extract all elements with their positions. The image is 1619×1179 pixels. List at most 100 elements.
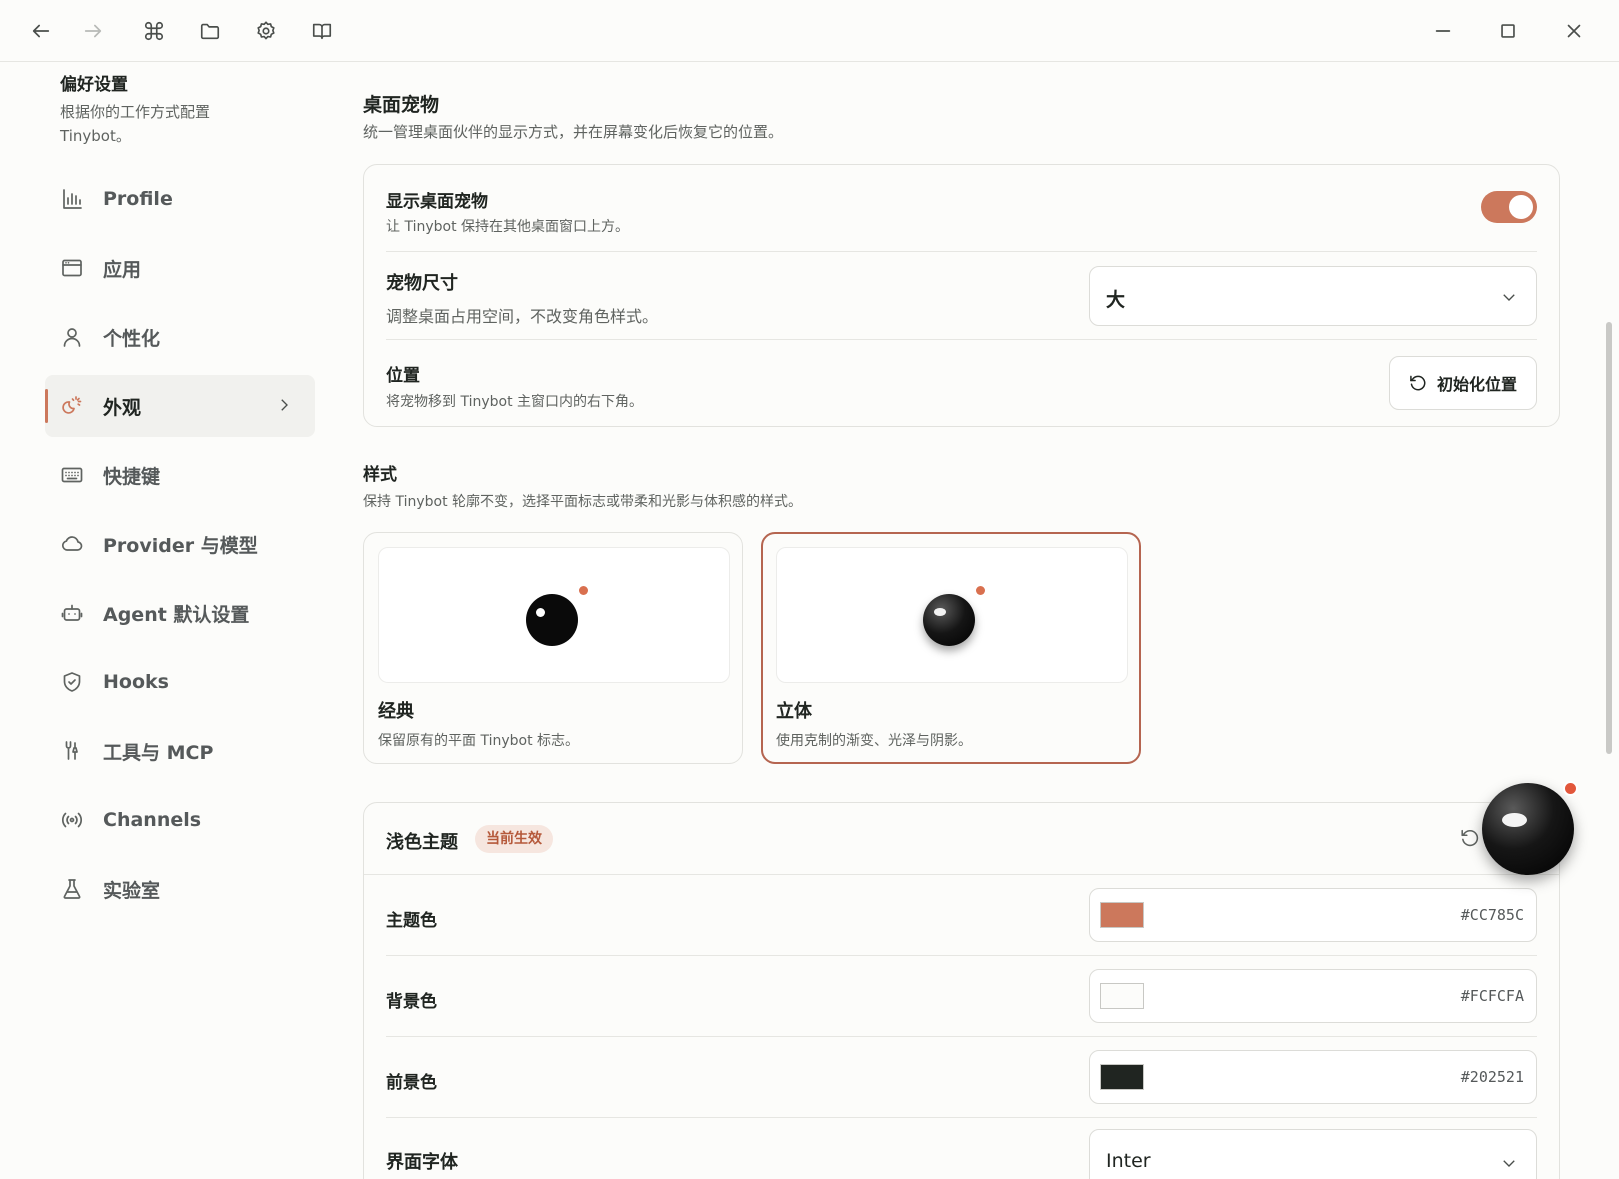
divider — [364, 874, 1559, 875]
show-pet-toggle[interactable] — [1481, 191, 1537, 223]
font-value: Inter — [1106, 1150, 1151, 1172]
3d-pet-eye — [934, 608, 946, 616]
style-section-subtitle: 保持 Tinybot 轮廓不变，选择平面标志或带柔和光影与体积感的样式。 — [363, 494, 803, 510]
scrollbar-thumb[interactable] — [1606, 322, 1612, 754]
classic-preview — [378, 547, 730, 683]
accent-color-field[interactable]: #CC785C — [1089, 888, 1537, 942]
background-color-field[interactable]: #FCFCFA — [1089, 969, 1537, 1023]
background-hex: #FCFCFA — [1460, 987, 1524, 1005]
cloud-icon — [61, 536, 83, 551]
sidebar-item-label: Provider 与模型 — [103, 534, 258, 557]
settings-button[interactable] — [251, 16, 281, 46]
toggle-knob — [1509, 195, 1533, 219]
font-select[interactable]: Inter — [1089, 1129, 1537, 1179]
keyboard-icon — [61, 467, 83, 483]
sidebar-item-channels[interactable]: Channels — [45, 789, 315, 851]
back-button[interactable] — [26, 16, 56, 46]
sidebar-item-apps[interactable]: 应用 — [45, 237, 315, 299]
theme-row-label: 主题色 — [386, 911, 437, 931]
style-option-3d[interactable]: 立体 使用克制的渐变、光泽与阴影。 — [761, 532, 1141, 764]
sidebar-item-shortcuts[interactable]: 快捷键 — [45, 444, 315, 506]
sidebar-item-personalization[interactable]: 个性化 — [45, 306, 315, 368]
style-option-classic[interactable]: 经典 保留原有的平面 Tinybot 标志。 — [363, 532, 743, 764]
accent-swatch[interactable] — [1100, 902, 1144, 928]
theme-row-label: 前景色 — [386, 1073, 437, 1093]
folder-button[interactable] — [195, 16, 225, 46]
reset-position-button[interactable]: 初始化位置 — [1389, 356, 1537, 410]
sidebar-item-label: Agent 默认设置 — [103, 603, 250, 626]
desktop-pet[interactable] — [1482, 783, 1574, 875]
pet-size-subtitle: 调整桌面占用空间，不改变角色样式。 — [386, 307, 659, 326]
divider — [386, 251, 1537, 252]
user-icon — [63, 328, 81, 347]
divider — [386, 339, 1537, 340]
sidebar-item-label: Hooks — [103, 671, 169, 693]
style-option-desc: 保留原有的平面 Tinybot 标志。 — [378, 733, 580, 749]
back-icon — [32, 24, 50, 38]
classic-pet-blob — [526, 594, 578, 646]
sidebar-item-hooks[interactable]: Hooks — [45, 651, 315, 713]
bar-chart-icon — [63, 189, 82, 209]
theme-title: 浅色主题 — [386, 832, 458, 853]
command-icon — [144, 21, 164, 41]
style-option-name: 立体 — [776, 701, 812, 722]
sidebar-item-appearance[interactable]: 外观 — [45, 375, 315, 437]
foreground-color-field[interactable]: #202521 — [1089, 1050, 1537, 1104]
robot-icon — [61, 604, 83, 621]
divider — [386, 1036, 1537, 1037]
pet-section-subtitle: 统一管理桌面伙伴的显示方式，并在屏幕变化后恢复它的位置。 — [363, 123, 784, 141]
close-icon — [1567, 24, 1581, 38]
position-title: 位置 — [386, 366, 420, 386]
show-pet-subtitle: 让 Tinybot 保持在其他桌面窗口上方。 — [386, 219, 630, 235]
sidebar-item-lab[interactable]: 实验室 — [45, 858, 315, 920]
pet-settings-card: 显示桌面宠物 让 Tinybot 保持在其他桌面窗口上方。 宠物尺寸 调整桌面占… — [363, 164, 1560, 427]
sidebar-item-tools-mcp[interactable]: 工具与 MCP — [45, 720, 315, 782]
style-option-desc: 使用克制的渐变、光泽与阴影。 — [776, 733, 972, 749]
sidebar-item-label: 外观 — [103, 396, 142, 419]
title-bar — [0, 0, 1619, 62]
desktop-pet-eye — [1502, 813, 1527, 827]
desktop-pet-dot — [1563, 781, 1578, 796]
pet-size-select[interactable]: 大 — [1089, 266, 1537, 326]
forward-button[interactable] — [78, 16, 108, 46]
sidebar-item-label: 工具与 MCP — [103, 741, 214, 764]
sidebar-item-label: 快捷键 — [103, 465, 161, 488]
foreground-swatch[interactable] — [1100, 1064, 1144, 1090]
pet-size-title: 宠物尺寸 — [386, 273, 458, 294]
sidebar-title: 偏好设置 — [60, 75, 128, 95]
sidebar-item-agent-defaults[interactable]: Agent 默认设置 — [45, 582, 315, 644]
foreground-hex: #202521 — [1460, 1068, 1524, 1086]
divider — [386, 1117, 1537, 1118]
forward-icon — [84, 24, 102, 38]
chevron-down-icon — [1503, 1160, 1515, 1167]
reset-theme-button[interactable] — [1459, 827, 1481, 849]
background-swatch[interactable] — [1100, 983, 1144, 1009]
sidebar-item-label: 个性化 — [103, 327, 161, 350]
theme-row-label: 背景色 — [386, 992, 437, 1012]
rotate-ccw-icon — [1410, 375, 1426, 391]
3d-pet-dot — [976, 586, 985, 595]
font-label: 界面字体 — [386, 1152, 458, 1173]
command-button[interactable] — [139, 16, 169, 46]
pet-size-value: 大 — [1106, 289, 1126, 311]
chevron-down-icon — [1503, 294, 1515, 301]
show-pet-title: 显示桌面宠物 — [386, 192, 488, 212]
folder-icon — [200, 23, 220, 40]
tools-icon — [65, 741, 78, 760]
sidebar-item-label: Channels — [103, 809, 202, 831]
classic-pet-eye — [536, 608, 545, 617]
reset-position-label: 初始化位置 — [1437, 375, 1518, 394]
close-button[interactable] — [1559, 16, 1589, 46]
sidebar-item-providers[interactable]: Provider 与模型 — [45, 513, 315, 575]
docs-button[interactable] — [307, 16, 337, 46]
sidebar-item-profile[interactable]: Profile — [45, 168, 315, 230]
divider — [386, 955, 1537, 956]
shield-icon — [63, 672, 81, 692]
maximize-button[interactable] — [1493, 16, 1523, 46]
broadcast-icon — [61, 812, 83, 828]
theme-card: 浅色主题 当前生效 主题色 #CC785C 背景色 #FCFCFA 前景色 #2… — [363, 802, 1560, 1179]
sidebar-item-label: 应用 — [103, 258, 142, 281]
chevron-right-icon — [281, 399, 288, 411]
classic-pet-dot — [579, 586, 588, 595]
minimize-button[interactable] — [1428, 16, 1458, 46]
